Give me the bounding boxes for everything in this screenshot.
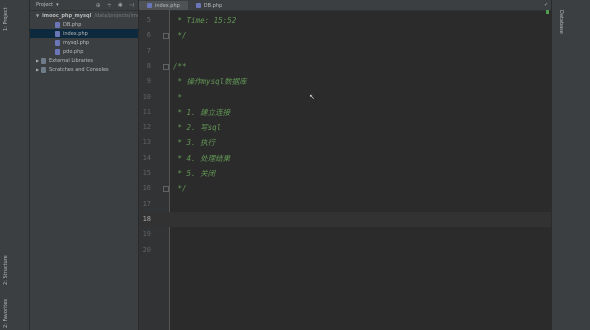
line-number: 14 [142,153,151,162]
tree-item-label: External Libraries [49,57,93,64]
line-number: 19 [142,230,151,239]
code-text: * 1. 建立连接 [173,107,231,117]
tree-item-label: pdo.php [63,48,84,55]
target-icon[interactable]: ⊕ [96,2,101,9]
tree-item[interactable]: ▶ Scratches and Consoles [30,65,138,74]
project-tool-tab[interactable]: 1: Project [3,2,25,36]
tree-item[interactable]: index.php [30,29,138,38]
code-editor[interactable]: index.php DB.php 5 * Time: 15:52 6 */7 8/**… [139,0,551,330]
structure-tool-tab[interactable]: 2: Structure [3,252,25,288]
code-line[interactable]: 20 [139,243,551,258]
code-line[interactable]: 15 * 5. 关闭 [139,166,551,181]
collapse-icon[interactable]: ÷ [107,2,112,9]
database-tool-tab[interactable]: Database [558,10,564,34]
code-line[interactable]: 12 * 2. 写sql [139,120,551,135]
code-line[interactable]: 17 [139,197,551,212]
code-text: * 5. 关闭 [173,169,216,178]
hide-icon[interactable]: ⊣ [129,2,134,9]
code-line[interactable]: 6 */ [139,28,551,43]
line-number: 11 [142,107,151,116]
project-panel: Project ▾ ⊕ ÷ ✱ ⊣ ▼ imooc_php_mysql/data/… [30,0,138,330]
code-text: * [173,92,183,102]
fold-marker-icon[interactable] [163,63,169,70]
library-icon [41,57,46,64]
code-text: /** [173,61,187,71]
code-text: * 4. 处理结果 [173,153,231,163]
favorites-tool-tab[interactable]: 2: Favorites [3,296,25,330]
tree-item[interactable]: ▶ External Libraries [30,56,138,65]
line-number: 13 [142,138,151,147]
scroll-marker [546,10,549,14]
editor-tab[interactable]: DB.php [188,1,230,10]
code-text: */ [173,31,187,41]
editor-tab-bar: index.php DB.php [139,0,551,11]
line-number: 7 [146,46,151,55]
tree-item-path: /data/projects/imooc [94,12,138,19]
tree-item-label: index.php [63,30,88,37]
line-number: 10 [142,92,151,101]
library-icon [41,66,46,73]
tree-item[interactable]: ▼imooc_php_mysql/data/projects/imooc [30,11,138,20]
php-file-icon [195,3,201,8]
line-number: 18 [142,214,151,223]
line-number: 9 [146,77,151,86]
project-view-selector[interactable]: Project [36,2,53,8]
php-file-icon [55,39,60,46]
line-number: 8 [146,61,151,70]
code-line[interactable]: 8 /** [139,59,551,74]
code-line[interactable]: 10 * [139,90,551,105]
line-number: 15 [142,169,151,177]
line-number: 6 [146,31,151,40]
line-number: 20 [142,245,151,254]
code-text: * 2. 写sql [173,123,222,133]
code-line[interactable]: 5 * Time: 15:52 [139,13,551,28]
code-line[interactable]: 19 [139,227,551,242]
mouse-pointer-icon: ↖ [309,93,315,101]
tree-item[interactable]: mysql.php [30,38,138,47]
tree-item-label: DB.php [63,21,82,28]
tree-item[interactable]: DB.php [30,20,138,29]
editor-tab[interactable]: index.php [139,1,188,10]
chevron-down-icon[interactable]: ▾ [56,2,59,8]
code-line[interactable]: 18 [139,211,551,227]
right-tool-strip: Database [551,0,590,330]
project-panel-header: Project ▾ ⊕ ÷ ✱ ⊣ [30,0,138,11]
php-file-icon [55,48,60,55]
code-text: * Time: 15:52 [173,16,237,25]
code-line[interactable]: 11 * 1. 建立连接 [139,105,551,120]
editor-tab-label: index.php [155,2,180,9]
code-line[interactable]: 9 * 操作mysql数据库 [139,74,551,89]
inspection-ok-icon[interactable]: ✓ [544,2,548,8]
line-number: 5 [146,16,151,24]
expand-down-icon[interactable]: ▼ [36,13,39,18]
code-text: */ [173,184,187,194]
tree-item[interactable]: pdo.php [30,47,138,56]
fold-marker-icon[interactable] [163,33,169,40]
left-tool-strip: 1: Project 2: Structure 2: Favorites [0,0,30,330]
fold-marker-icon[interactable] [163,186,169,193]
tree-item-label: imooc_php_mysql [42,12,92,19]
code-line[interactable]: 16 */ [139,181,551,196]
code-line[interactable]: 13 * 3. 执行 [139,135,551,150]
editor-tab-label: DB.php [203,2,223,9]
php-file-icon [55,30,60,37]
gear-icon[interactable]: ✱ [118,2,123,9]
tree-item-label: mysql.php [63,39,90,46]
tree-item-label: Scratches and Consoles [49,66,109,73]
php-file-icon [55,21,60,28]
code-line[interactable]: 7 [139,44,551,59]
project-tree: ▼imooc_php_mysql/data/projects/imoocDB.p… [30,11,138,74]
php-file-icon [147,3,152,8]
code-text: * 操作mysql数据库 [173,77,247,87]
line-number: 17 [142,199,151,208]
line-number: 12 [142,123,151,132]
line-number: 16 [142,184,151,193]
code-line[interactable]: 14 * 4. 处理结果 [139,151,551,166]
code-text: * 3. 执行 [173,138,216,148]
